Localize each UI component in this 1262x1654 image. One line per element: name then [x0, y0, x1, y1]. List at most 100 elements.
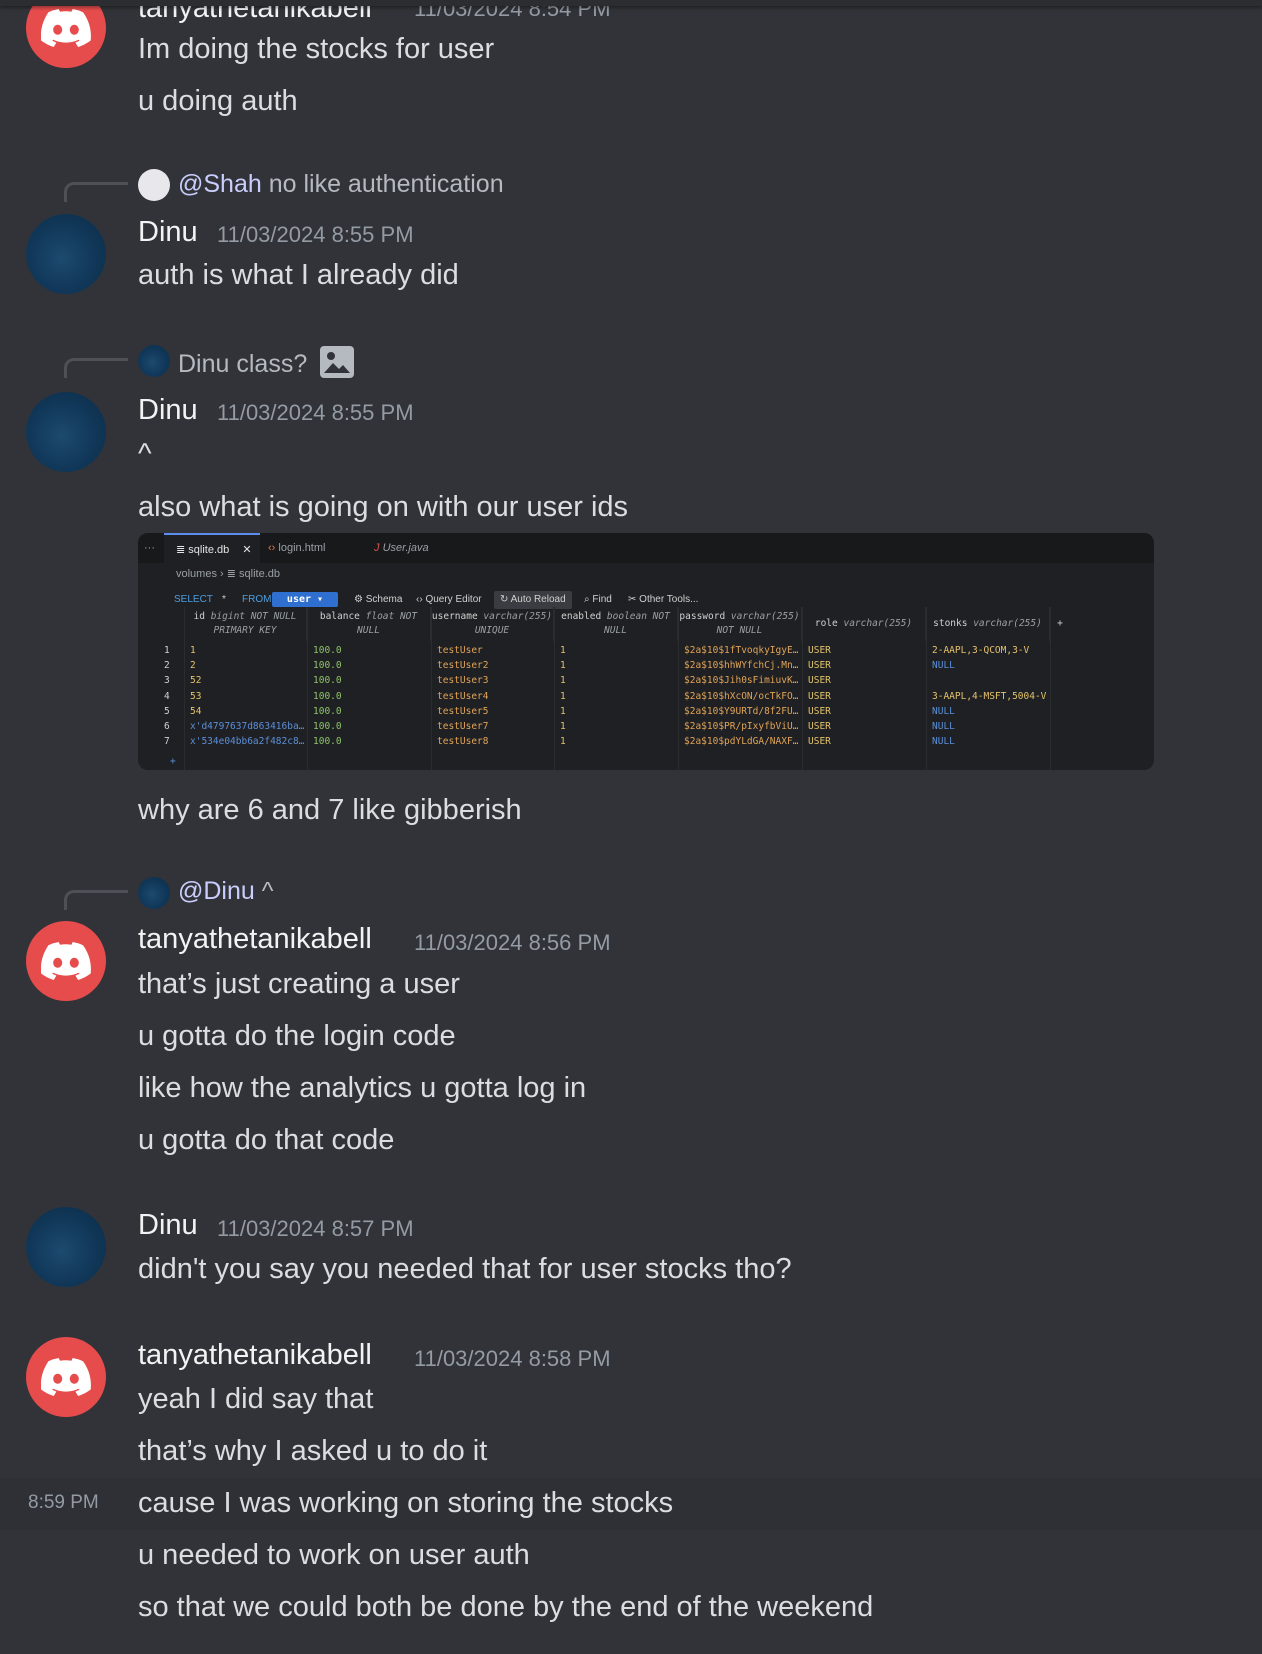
table-cell[interactable]: USER	[808, 673, 922, 688]
table-cell[interactable]: 1	[560, 704, 674, 719]
table-cell[interactable]: testUser8	[437, 734, 551, 749]
row-number[interactable]: 7	[164, 734, 184, 749]
table-cell[interactable]: NULL	[932, 704, 1046, 719]
table-cell[interactable]: testUser5	[437, 704, 551, 719]
table-cell[interactable]: testUser2	[437, 658, 551, 673]
table-cell[interactable]: 100.0	[313, 658, 427, 673]
avatar[interactable]	[26, 1337, 106, 1417]
add-row-button[interactable]: +	[170, 754, 176, 769]
breadcrumb-item[interactable]: sqlite.db	[239, 568, 280, 580]
table-cell[interactable]: 2-AAPL,3-QCOM,3-V	[932, 643, 1046, 658]
column-header[interactable]: enabled boolean NOT NULL	[554, 607, 678, 641]
table-cell[interactable]: 100.0	[313, 643, 427, 658]
table-cell[interactable]: NULL	[932, 719, 1046, 734]
author-name[interactable]: Dinu	[138, 216, 198, 249]
table-cell[interactable]: $2a$10$hXcON/ocTkFO…	[684, 689, 798, 704]
row-number[interactable]: 5	[164, 704, 184, 719]
avatar[interactable]	[26, 214, 106, 294]
column-header[interactable]: role varchar(255)	[802, 607, 926, 641]
table-cell[interactable]: 1	[560, 689, 674, 704]
reply-author[interactable]: @Shah	[178, 170, 262, 198]
table-cell[interactable]: 100.0	[313, 673, 427, 688]
reply-avatar[interactable]	[138, 877, 170, 909]
table-cell[interactable]: USER	[808, 689, 922, 704]
author-name[interactable]: Dinu	[138, 394, 198, 427]
tab-user-java[interactable]: J User.java	[374, 533, 454, 563]
reply-author[interactable]: Dinu	[178, 350, 229, 378]
table-cell[interactable]: 1	[190, 643, 304, 658]
message-line: u gotta do the login code	[138, 1020, 456, 1052]
table-cell[interactable]: testUser3	[437, 673, 551, 688]
more-icon[interactable]: ···	[144, 533, 164, 563]
tab-label: sqlite.db	[188, 544, 230, 556]
table-cell[interactable]: 3-AAPL,4-MSFT,5004-V	[932, 689, 1046, 704]
reply-preview[interactable]: @Shah no like authentication	[178, 170, 504, 199]
table-cell[interactable]: testUser7	[437, 719, 551, 734]
table-cell[interactable]: 100.0	[313, 719, 427, 734]
column-header[interactable]: id bigint NOT NULL PRIMARY KEY	[184, 607, 307, 641]
image-attachment[interactable]: ··· ≣ sqlite.db ✕ ‹› login.html J User.j…	[138, 533, 1154, 770]
table-cell[interactable]: 54	[190, 704, 304, 719]
hover-timestamp: 8:59 PM	[28, 1492, 99, 1513]
table-cell[interactable]: USER	[808, 719, 922, 734]
table-cell[interactable]: $2a$10$PR/pIxyfbViU…	[684, 719, 798, 734]
row-number[interactable]: 1	[164, 643, 184, 658]
reply-preview[interactable]: Dinu class?	[178, 346, 355, 379]
table-cell[interactable]: 1	[560, 734, 674, 749]
discord-logo-icon	[41, 1358, 91, 1396]
reply-preview[interactable]: @Dinu ^	[178, 877, 273, 906]
column-header[interactable]: username varchar(255) UNIQUE	[431, 607, 554, 641]
table-cell[interactable]: USER	[808, 704, 922, 719]
row-number[interactable]: 6	[164, 719, 184, 734]
table-cell[interactable]: 1	[560, 719, 674, 734]
column-header[interactable]: stonks varchar(255)	[926, 607, 1050, 641]
table-cell[interactable]: $2a$10$1fTvoqkyIgyE…	[684, 643, 798, 658]
table-cell[interactable]: 1	[560, 658, 674, 673]
table-cell[interactable]: x'534e04bb6a2f482c8…	[190, 734, 304, 749]
row-number[interactable]: 4	[164, 689, 184, 704]
table-cell[interactable]: NULL	[932, 658, 1046, 673]
message-line: u doing auth	[138, 85, 298, 117]
breadcrumb-item[interactable]: volumes	[176, 568, 217, 580]
table-cell[interactable]: 100.0	[313, 704, 427, 719]
add-column-button[interactable]: +	[1050, 607, 1070, 641]
tab-sqlite-db[interactable]: ≣ sqlite.db ✕	[164, 533, 260, 563]
table-cell[interactable]: 1	[560, 673, 674, 688]
table-cell[interactable]	[932, 673, 1046, 688]
close-icon[interactable]: ✕	[242, 544, 251, 556]
reply-author[interactable]: @Dinu	[178, 877, 255, 905]
table-cell[interactable]: 52	[190, 673, 304, 688]
table-cell[interactable]: 53	[190, 689, 304, 704]
table-cell[interactable]: x'd4797637d863416ba…	[190, 719, 304, 734]
table-cell[interactable]: NULL	[932, 734, 1046, 749]
author-name[interactable]: Dinu	[138, 1209, 198, 1242]
table-cell[interactable]: 100.0	[313, 734, 427, 749]
table-cell[interactable]: testUser4	[437, 689, 551, 704]
column-header[interactable]: balance float NOT NULL	[307, 607, 431, 641]
table-cell[interactable]: $2a$10$hhWYfchCj.Mn…	[684, 658, 798, 673]
table-cell[interactable]: USER	[808, 658, 922, 673]
table-cell[interactable]: USER	[808, 643, 922, 658]
avatar[interactable]	[26, 921, 106, 1001]
author-name[interactable]: tanyathetanikabell	[138, 1339, 372, 1372]
table-select[interactable]: user ▾	[272, 592, 338, 607]
table-cell[interactable]: 1	[560, 643, 674, 658]
table-cell[interactable]: 100.0	[313, 689, 427, 704]
message-timestamp: 11/03/2024 8:55 PM	[217, 222, 414, 247]
table-cell[interactable]: $2a$10$Y9URTd/8f2FU…	[684, 704, 798, 719]
column-header[interactable]: password varchar(255) NOT NULL	[678, 607, 802, 641]
table-cell[interactable]: USER	[808, 734, 922, 749]
row-number[interactable]: 3	[164, 673, 184, 688]
avatar[interactable]	[26, 392, 106, 472]
table-cell[interactable]: testUser	[437, 643, 551, 658]
avatar[interactable]	[26, 1207, 106, 1287]
author-name[interactable]: tanyathetanikabell	[138, 923, 372, 956]
row-number[interactable]: 2	[164, 658, 184, 673]
table-cell[interactable]: $2a$10$Jih0sFimiuvK…	[684, 673, 798, 688]
reply-avatar[interactable]	[138, 345, 170, 377]
reply-avatar[interactable]	[138, 169, 170, 201]
table-cell[interactable]: $2a$10$pdYLdGA/NAXF…	[684, 734, 798, 749]
table-cell[interactable]: 2	[190, 658, 304, 673]
avatar[interactable]	[26, 0, 106, 68]
tab-login-html[interactable]: ‹› login.html	[268, 533, 358, 563]
